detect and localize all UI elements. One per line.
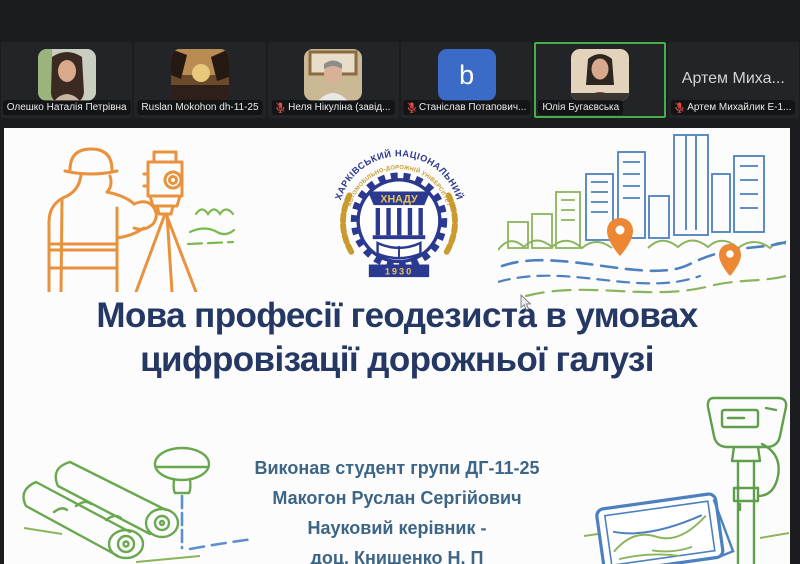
surveyor-illustration xyxy=(20,140,235,292)
video-tile-potapovych[interactable]: b Станіслав Потапович... xyxy=(401,42,532,118)
participant-name: Артем Михайлик Е-1... xyxy=(687,101,791,114)
logo-arc-inner-text: АВТОМОБІЛЬНО-ДОРОЖНІЙ УНІВЕРСИТЕТ xyxy=(347,165,451,208)
avatar xyxy=(171,49,229,101)
participant-name: Юлія Бугаєвська xyxy=(542,101,619,114)
video-tile-nikulina[interactable]: Неля Нікуліна (завід... xyxy=(268,42,399,118)
participant-name: Станіслав Потапович... xyxy=(419,101,526,114)
participant-name: Олешко Наталія Петрівна xyxy=(7,101,127,114)
muted-mic-icon xyxy=(276,102,285,113)
video-tile-buhaievska[interactable]: Юлія Бугаєвська xyxy=(534,42,665,118)
participant-name-label: Олешко Наталія Петрівна xyxy=(3,100,131,115)
laurel-right xyxy=(447,195,455,251)
logo-arc-top-text: ХАРКІВСЬКИЙ НАЦІОНАЛЬНИЙ xyxy=(333,148,466,201)
shared-slide: ХАРКІВСЬКИЙ НАЦІОНАЛЬНИЙ АВТОМОБІЛЬНО-ДО… xyxy=(4,128,790,564)
muted-mic-icon xyxy=(407,102,416,113)
building-pediment xyxy=(368,191,430,205)
credits-line3: Науковий керівник - xyxy=(4,513,790,543)
open-book xyxy=(378,243,421,258)
participant-name-label: Артем Михайлик Е-1... xyxy=(671,100,795,115)
building-columns xyxy=(373,208,426,239)
video-tile-oleshko[interactable]: Олешко Наталія Петрівна xyxy=(1,42,132,118)
muted-mic-icon xyxy=(675,102,684,113)
avatar xyxy=(304,49,362,101)
participant-name-label: Неля Нікуліна (завід... xyxy=(272,100,394,115)
svg-text:АВТОМОБІЛЬНО-ДОРОЖНІЙ УНІВЕРСИ: АВТОМОБІЛЬНО-ДОРОЖНІЙ УНІВЕРСИТЕТ xyxy=(347,165,451,208)
map-pin-icon xyxy=(719,244,741,276)
participant-name-label: Ruslan Mokohon dh-11-25 xyxy=(137,100,262,115)
khnadu-logo: ХАРКІВСЬКИЙ НАЦІОНАЛЬНИЙ АВТОМОБІЛЬНО-ДО… xyxy=(326,126,472,290)
participant-name: Ruslan Mokohon dh-11-25 xyxy=(141,101,258,114)
video-tile-mokohon[interactable]: Ruslan Mokohon dh-11-25 xyxy=(134,42,265,118)
credits-line2: Макогон Руслан Сергійович xyxy=(4,483,790,513)
avatar-initial: b xyxy=(438,49,496,101)
video-tile-mykhailyk[interactable]: Артем Миха... Артем Михайлик Е-1... xyxy=(668,42,799,118)
slide-title-line2: цифровізації дорожньої галузі xyxy=(4,338,790,382)
participant-name-label: Станіслав Потапович... xyxy=(403,100,530,115)
participant-name: Неля Нікуліна (завід... xyxy=(288,101,390,114)
gear-teeth xyxy=(354,176,444,266)
avatar xyxy=(571,49,629,101)
map-pin-icon xyxy=(607,218,633,256)
svg-text:ХАРКІВСЬКИЙ НАЦІОНАЛЬНИЙ: ХАРКІВСЬКИЙ НАЦІОНАЛЬНИЙ xyxy=(333,148,466,201)
meeting-window: Олешко Наталія Петрівна Ruslan M xyxy=(0,0,800,564)
participant-tiles: Олешко Наталія Петрівна Ruslan M xyxy=(0,42,800,118)
avatar-initial-letter: b xyxy=(459,62,474,89)
slide-title-line1: Мова професії геодезиста в умовах xyxy=(4,294,790,338)
slide-title: Мова професії геодезиста в умовах цифров… xyxy=(4,294,790,382)
laurel-left xyxy=(343,195,351,251)
gear-ring xyxy=(358,180,440,262)
mouse-cursor xyxy=(520,294,532,311)
slide-credits: Виконав студент групи ДГ-11-25 Макогон Р… xyxy=(4,453,790,564)
credits-line4: доц. Книшенко Н. П xyxy=(4,543,790,564)
logo-year: 1930 xyxy=(385,267,413,277)
year-ribbon xyxy=(369,264,429,277)
avatar xyxy=(38,49,96,101)
city-illustration xyxy=(498,130,786,302)
video-strip: Олешко Наталія Петрівна Ruslan M xyxy=(0,0,800,128)
logo-abbr: ХНАДУ xyxy=(380,194,418,206)
participant-name-label: Юлія Бугаєвська xyxy=(538,100,623,115)
participant-display-name: Артем Миха... xyxy=(668,70,799,88)
credits-line1: Виконав студент групи ДГ-11-25 xyxy=(4,453,790,483)
